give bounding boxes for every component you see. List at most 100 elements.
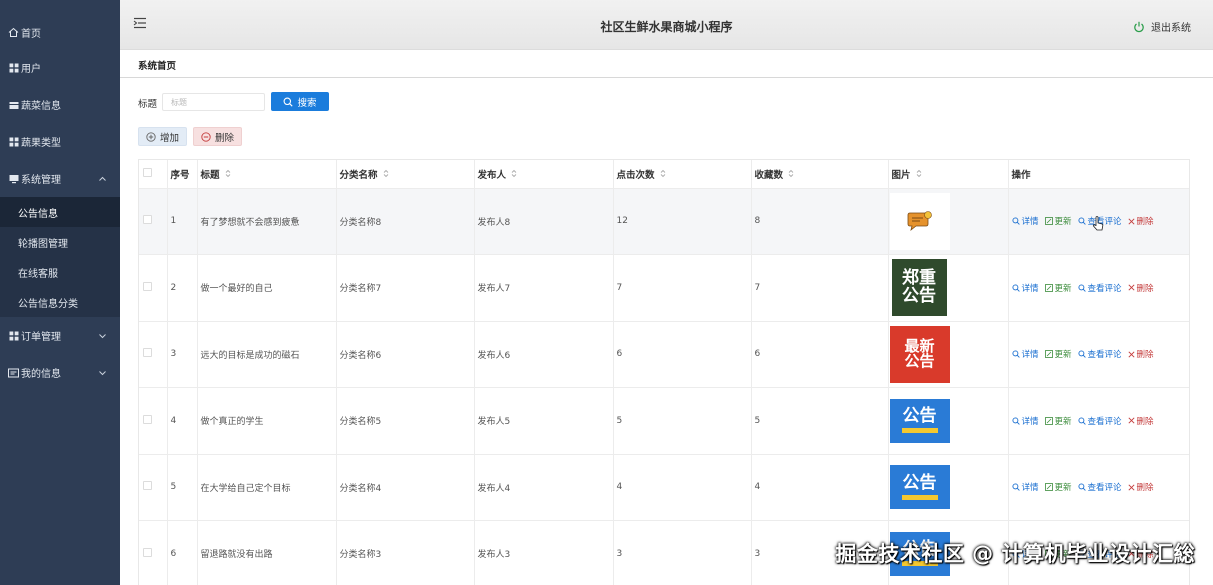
column-header-label: 标题 xyxy=(200,169,220,181)
table-row[interactable]: 2 做一个最好的自己 分类名称7 发布人7 7 7 郑重 公告 详情 更新 查看 xyxy=(139,254,1189,322)
sidebar-subitem-announcement-categories[interactable]: 公告信息分类 xyxy=(0,287,120,317)
add-button[interactable]: 增加 xyxy=(138,127,187,146)
column-header-favorites[interactable]: 收藏数 xyxy=(751,160,889,189)
breadcrumb-home[interactable]: 系统首页 xyxy=(138,58,176,72)
sidebar-item-home[interactable]: 首页 xyxy=(0,16,120,49)
delete-button[interactable]: 删除 xyxy=(1128,415,1154,427)
sort-icon[interactable] xyxy=(511,169,517,181)
sidebar-item-users[interactable]: 用户 xyxy=(0,49,120,86)
table-row[interactable]: 1 有了梦想就不会感到疲惫 分类名称8 发布人8 12 8 详情 更新 查看评论 xyxy=(139,188,1189,255)
detail-button[interactable]: 详情 xyxy=(1011,481,1039,493)
detail-button[interactable]: 详情 xyxy=(1011,415,1039,427)
sidebar-item-system[interactable]: 系统管理 xyxy=(0,160,120,197)
update-button[interactable]: 更新 xyxy=(1044,215,1072,227)
update-label: 更新 xyxy=(1054,283,1072,294)
sidebar-item-orders[interactable]: 订单管理 xyxy=(0,317,120,354)
row-checkbox[interactable] xyxy=(143,281,152,291)
row-checkbox[interactable] xyxy=(143,215,152,225)
sort-icon[interactable] xyxy=(660,169,666,181)
cell-publisher: 发布人6 xyxy=(474,321,614,388)
table-row[interactable]: 5 在大学给自己定个目标 分类名称4 发布人4 4 4 公告 详情 更新 查看评… xyxy=(139,454,1189,521)
cell-index: 2 xyxy=(167,254,198,322)
delete-button[interactable]: 删除 xyxy=(1128,481,1154,493)
delete-button[interactable]: 删除 xyxy=(1128,348,1154,360)
table-row[interactable]: 3 远大的目标是成功的磁石 分类名称6 发布人6 6 6 最新 公告 详情 更新 xyxy=(139,321,1189,388)
delete-button[interactable]: 删除 xyxy=(1128,215,1154,227)
thumbnail-image[interactable]: 公告 xyxy=(889,465,950,510)
view-comments-button[interactable]: 查看评论 xyxy=(1077,481,1122,493)
column-header-category[interactable]: 分类名称 xyxy=(336,160,475,189)
logout-button[interactable]: 退出系统 xyxy=(1133,19,1191,34)
checkbox[interactable] xyxy=(143,167,152,177)
search-icon xyxy=(1011,217,1020,225)
column-header-title[interactable]: 标题 xyxy=(197,160,337,189)
close-icon xyxy=(1128,417,1135,424)
detail-button[interactable]: 详情 xyxy=(1011,348,1039,360)
sort-icon[interactable] xyxy=(383,169,389,181)
cell-title: 有了梦想就不会感到疲惫 xyxy=(197,188,337,255)
cell-title: 做一个最好的自己 xyxy=(197,254,337,322)
sidebar-subitem-label: 公告信息 xyxy=(18,208,58,220)
view-comments-button[interactable]: 查看评论 xyxy=(1077,282,1122,294)
row-checkbox[interactable] xyxy=(143,547,152,557)
row-checkbox[interactable] xyxy=(143,414,152,424)
table-row[interactable]: 4 做个真正的学生 分类名称5 发布人5 5 5 公告 详情 更新 查看评论 删… xyxy=(139,387,1189,455)
cell-index: 5 xyxy=(167,454,198,521)
view-comments-button[interactable]: 查看评论 xyxy=(1077,415,1122,427)
cell-clicks: 3 xyxy=(613,520,752,585)
delete-label: 删除 xyxy=(1136,350,1154,361)
update-button[interactable]: 更新 xyxy=(1044,481,1072,493)
column-header-label: 发布人 xyxy=(477,169,507,181)
view-comments-button[interactable]: 查看评论 xyxy=(1077,348,1122,360)
search-input[interactable] xyxy=(162,93,265,111)
thumbnail-text: 公告 xyxy=(902,285,936,306)
cell-favorites: 6 xyxy=(751,321,889,388)
logout-label: 退出系统 xyxy=(1151,23,1191,34)
column-header-publisher[interactable]: 发布人 xyxy=(474,160,614,189)
delete-button[interactable]: 删除 xyxy=(1128,282,1154,294)
sort-icon[interactable] xyxy=(788,169,794,181)
detail-label: 详情 xyxy=(1021,416,1039,427)
monitor-icon xyxy=(8,173,19,184)
thumbnail-image[interactable] xyxy=(889,192,950,250)
update-button[interactable]: 更新 xyxy=(1044,282,1072,294)
update-button[interactable]: 更新 xyxy=(1044,348,1072,360)
row-checkbox[interactable] xyxy=(143,348,152,358)
sidebar-subitem-carousel[interactable]: 轮播图管理 xyxy=(0,227,120,257)
thumbnail-strip xyxy=(901,428,938,434)
column-header-clicks[interactable]: 点击次数 xyxy=(613,160,752,189)
column-header-image[interactable]: 图片 xyxy=(888,160,1009,189)
cell-publisher: 发布人7 xyxy=(474,254,614,322)
sort-icon[interactable] xyxy=(916,169,922,181)
sidebar-subitem-announcements[interactable]: 公告信息 xyxy=(0,197,120,227)
watermark: 掘金技术社区 @ 计算机毕业设计汇総 xyxy=(835,542,1195,566)
select-all-checkbox[interactable] xyxy=(139,160,168,189)
plus-circle-icon xyxy=(146,131,156,142)
update-button[interactable]: 更新 xyxy=(1044,415,1072,427)
cell-index: 3 xyxy=(167,321,198,388)
sidebar-item-label: 蔬菜信息 xyxy=(21,101,61,112)
sidebar-item-fruit-types[interactable]: 蔬果类型 xyxy=(0,123,120,160)
column-header-label: 分类名称 xyxy=(339,169,378,181)
search-label: 标题 xyxy=(138,99,158,110)
thumbnail-image[interactable]: 郑重 公告 xyxy=(891,259,947,317)
close-icon xyxy=(1128,484,1135,491)
row-checkbox[interactable] xyxy=(143,481,152,491)
detail-button[interactable]: 详情 xyxy=(1011,215,1039,227)
sort-icon[interactable] xyxy=(225,169,231,181)
edit-icon xyxy=(1044,350,1053,359)
batch-delete-button[interactable]: 删除 xyxy=(193,127,242,146)
cell-clicks: 5 xyxy=(613,387,752,455)
detail-button[interactable]: 详情 xyxy=(1011,282,1039,294)
thumbnail-image[interactable]: 公告 xyxy=(889,398,950,443)
sidebar-item-vegetables[interactable]: 蔬菜信息 xyxy=(0,86,120,123)
search-icon xyxy=(1011,350,1020,358)
delete-label: 删除 xyxy=(1136,283,1154,294)
table-header-row: 序号 标题 分类名称 发布人 点击次数 收藏数 图片 操作 xyxy=(139,160,1189,189)
sidebar-subitem-label: 在线客服 xyxy=(18,268,58,280)
thumbnail-image[interactable]: 最新 公告 xyxy=(889,325,950,383)
thumbnail-strip xyxy=(901,494,938,500)
sidebar-item-my-info[interactable]: 我的信息 xyxy=(0,354,120,391)
sidebar-subitem-customer-service[interactable]: 在线客服 xyxy=(0,257,120,287)
search-button[interactable]: 搜索 xyxy=(271,92,329,111)
